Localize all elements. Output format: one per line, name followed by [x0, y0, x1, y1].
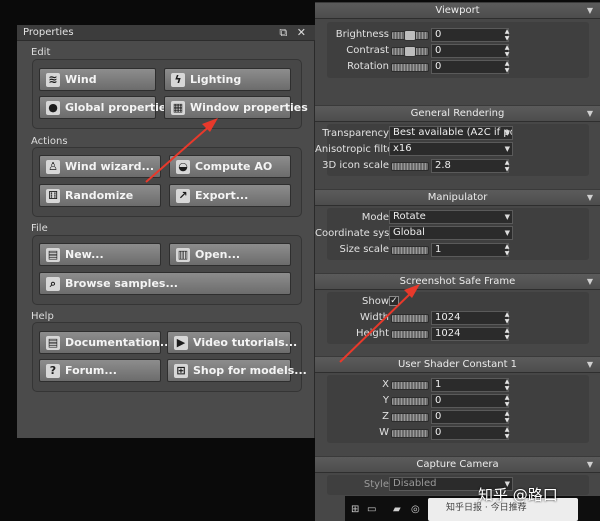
- annotation-arrow-line-2: [339, 289, 415, 363]
- annotation-arrow-line-1: [145, 123, 213, 183]
- annotation-arrowhead-2: [404, 284, 420, 298]
- annotation-arrows: [145, 118, 420, 363]
